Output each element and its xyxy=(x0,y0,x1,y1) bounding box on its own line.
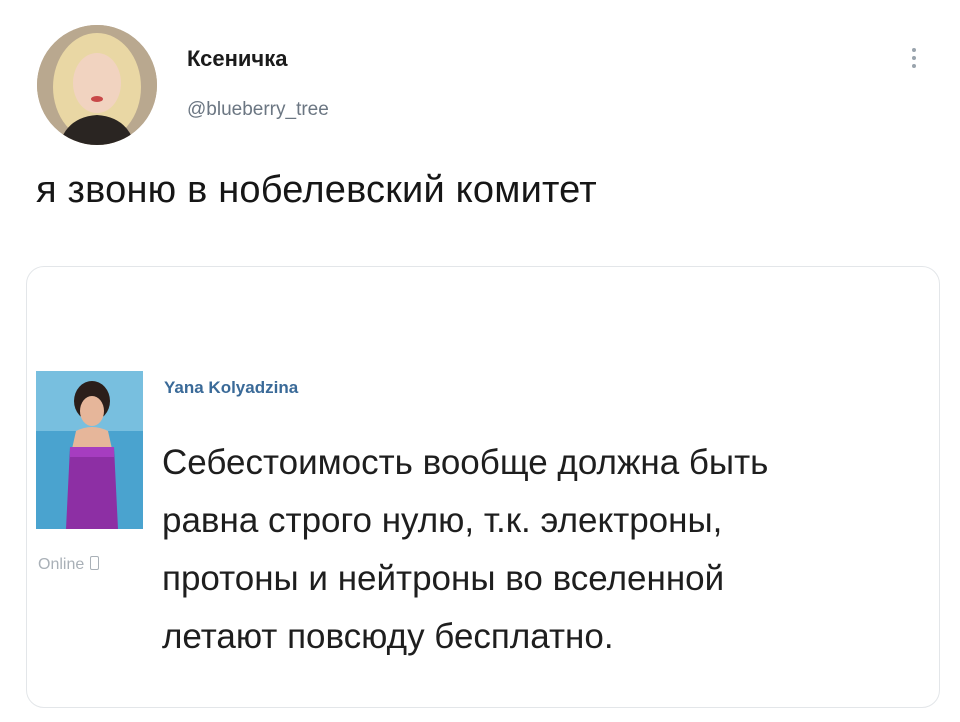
quoted-avatar-photo xyxy=(36,371,143,529)
more-options-icon[interactable] xyxy=(902,44,926,78)
user-handle[interactable]: @blueberry_tree xyxy=(187,99,329,121)
quoted-post-line: протоны и нейтроны во вселенной xyxy=(162,559,725,598)
quoted-author-avatar xyxy=(36,371,143,529)
display-name[interactable]: Ксеничка xyxy=(187,46,287,72)
quoted-post-line: летают повсюду бесплатно. xyxy=(162,617,614,656)
quoted-post-text: Себестоимость вообще должна быть равна с… xyxy=(162,434,942,666)
quoted-post-line: равна строго нулю, т.к. электроны, xyxy=(162,501,723,540)
online-status-label: Online xyxy=(38,556,85,573)
mobile-phone-icon xyxy=(90,556,100,570)
quoted-post-line: Себестоимость вообще должна быть xyxy=(162,443,769,482)
avatar-photo xyxy=(37,25,157,145)
tweet-text: я звоню в нобелевский комитет xyxy=(36,169,597,211)
quoted-author-name: Yana Kolyadzina xyxy=(164,378,299,397)
online-status: Online xyxy=(38,556,100,574)
avatar[interactable] xyxy=(37,25,157,145)
